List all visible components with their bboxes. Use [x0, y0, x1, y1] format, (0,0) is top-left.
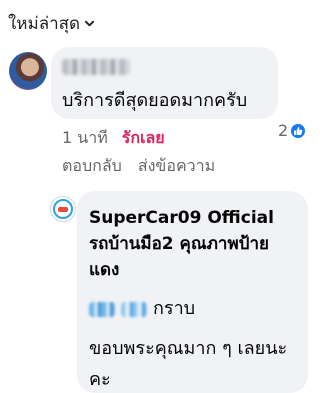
like-badge-icon: [290, 122, 307, 139]
reply-text: ขอบพระคุณมาก ๆ เลยนะคะ: [89, 338, 288, 390]
reaction-count: 2: [278, 121, 289, 140]
commenter-avatar[interactable]: [9, 52, 47, 90]
page-avatar[interactable]: [50, 196, 76, 222]
tagged-name-blurred[interactable]: [89, 301, 115, 317]
reply-greeting-line: กราบ: [89, 297, 195, 321]
chevron-down-icon: [85, 20, 95, 27]
logo-icon: [53, 199, 73, 219]
reply-author-name[interactable]: SuperCar09 Official รถบ้านมือ2 คุณภาพป้า…: [89, 205, 297, 283]
reply-button[interactable]: ตอบกลับ: [62, 154, 122, 179]
comment-actions-row: ตอบกลับ ส่งข้อความ: [62, 154, 215, 179]
tagged-name-blurred-2[interactable]: [121, 301, 147, 317]
comment-meta-row: 1 นาที รักเลย: [62, 126, 165, 151]
send-message-button[interactable]: ส่งข้อความ: [138, 154, 215, 179]
comment-time[interactable]: 1 นาที: [62, 126, 108, 151]
reaction-summary[interactable]: 2: [278, 121, 307, 140]
comment-bubble: บริการดีสุดยอดมากครับ: [51, 47, 278, 119]
reply-bubble: SuperCar09 Official รถบ้านมือ2 คุณภาพป้า…: [77, 191, 308, 393]
commenter-name-blurred[interactable]: [62, 59, 130, 75]
comment-text: บริการดีสุดยอดมากครับ: [62, 90, 248, 111]
sort-label: ใหม่ล่าสุด: [8, 14, 81, 34]
love-reaction-button[interactable]: รักเลย: [122, 126, 165, 151]
sort-dropdown[interactable]: ใหม่ล่าสุด: [8, 10, 95, 37]
reply-greeting-suffix: กราบ: [153, 298, 196, 319]
